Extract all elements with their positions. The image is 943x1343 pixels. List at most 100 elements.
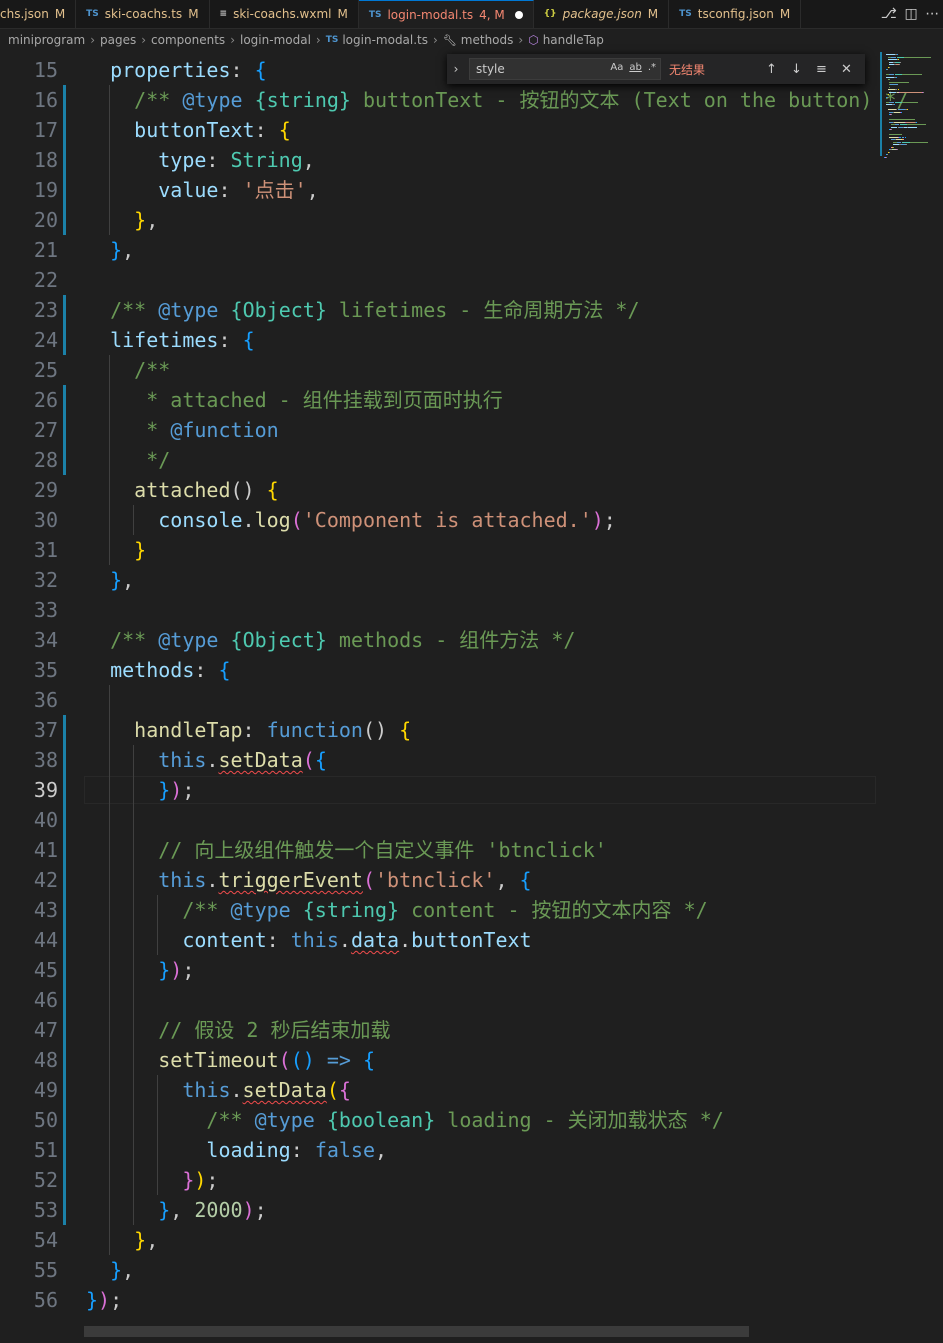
code-line[interactable]: 42 this.triggerEvent('btnclick', { xyxy=(0,865,876,895)
error-token: setData xyxy=(218,748,303,772)
breadcrumb-item[interactable]: login-modal.ts xyxy=(342,33,428,47)
code-line[interactable]: 22 xyxy=(0,265,876,295)
code-token: , xyxy=(495,868,520,892)
next-match-icon[interactable]: ↓ xyxy=(784,62,809,77)
code-line[interactable]: 28 */ xyxy=(0,445,876,475)
code-token: ; xyxy=(603,508,616,532)
line-number: 29 xyxy=(33,478,58,502)
code-line[interactable]: 40 xyxy=(0,805,876,835)
line-number: 40 xyxy=(33,808,58,832)
more-actions-icon[interactable]: ⋯ xyxy=(925,6,939,22)
minimap-line xyxy=(889,101,894,103)
code-line[interactable]: 17 buttonText: { xyxy=(0,115,876,145)
code-line[interactable]: 35 methods: { xyxy=(0,655,876,685)
code-line[interactable]: 47 // 假设 2 秒后结束加载 xyxy=(0,1015,876,1045)
line-number: 25 xyxy=(33,358,58,382)
code-line[interactable]: 45 }); xyxy=(0,955,876,985)
code-line[interactable]: 18 type: String, xyxy=(0,145,876,175)
tab-ski-coachs-ts[interactable]: TS ski-coachs.ts M xyxy=(76,0,210,28)
tab-tsconfig-json[interactable]: TS tsconfig.json M xyxy=(669,0,802,28)
code-line[interactable]: 44 content: this.data.buttonText xyxy=(0,925,876,955)
minimap-line xyxy=(905,144,907,145)
code-line[interactable]: 20 }, xyxy=(0,205,876,235)
unsaved-dot-icon[interactable] xyxy=(514,10,523,19)
close-icon[interactable]: ✕ xyxy=(834,62,859,77)
code-line[interactable]: 51 loading: false, xyxy=(0,1135,876,1165)
code-line[interactable]: 36 xyxy=(0,685,876,715)
split-editor-icon[interactable]: ◫ xyxy=(904,6,917,22)
code-line[interactable]: 27 * @function xyxy=(0,415,876,445)
code-line[interactable]: 56}); xyxy=(0,1285,876,1315)
code-token: ) xyxy=(98,1288,111,1312)
regex-icon[interactable]: .* xyxy=(648,62,656,73)
code-line[interactable]: 49 this.setData({ xyxy=(0,1075,876,1105)
code-text: value: '点击', xyxy=(86,175,318,205)
whole-word-icon[interactable]: ab xyxy=(629,62,641,73)
code-token: () xyxy=(230,478,267,502)
code-line[interactable]: 34 /** @type {Object} methods - 组件方法 */ xyxy=(0,625,876,655)
code-line[interactable]: 37 handleTap: function() { xyxy=(0,715,876,745)
tab-package-json[interactable]: {} package.json M xyxy=(533,0,670,28)
tab-chs-json[interactable]: chs.json M xyxy=(0,0,77,28)
breadcrumb-item[interactable]: login-modal xyxy=(240,33,311,47)
tab-ski-coachs-wxml[interactable]: ≡ ski-coachs.wxml M xyxy=(209,0,359,28)
code-line[interactable]: 39 }); xyxy=(0,775,876,805)
code-token: , xyxy=(146,208,159,232)
typescript-file-icon: TS xyxy=(325,35,339,45)
code-line[interactable]: 54 }, xyxy=(0,1225,876,1255)
toggle-replace-icon[interactable]: › xyxy=(447,62,465,76)
find-input[interactable]: style Aa ab .* xyxy=(469,58,661,80)
match-case-icon[interactable]: Aa xyxy=(610,62,623,73)
find-in-selection-icon[interactable]: ≡ xyxy=(809,62,834,77)
code-token: , xyxy=(375,1138,388,1162)
line-number: 52 xyxy=(33,1168,58,1192)
code-line[interactable]: 16 /** @type {string} buttonText - 按钮的文本… xyxy=(0,85,909,115)
typescript-file-icon: TS xyxy=(86,9,99,19)
code-line[interactable]: 55 }, xyxy=(0,1255,876,1285)
minimap[interactable] xyxy=(876,52,943,1323)
breadcrumb-item[interactable]: pages xyxy=(100,33,136,47)
breadcrumb-item[interactable]: components xyxy=(151,33,225,47)
breadcrumb-item[interactable]: methods xyxy=(461,33,514,47)
code-token: {string} xyxy=(302,898,400,922)
breadcrumb-item[interactable]: miniprogram xyxy=(8,33,85,47)
code-line[interactable]: 21 }, xyxy=(0,235,876,265)
code-editor[interactable]: 15 properties: {16 /** @type {string} bu… xyxy=(0,55,943,1323)
code-line[interactable]: 38 this.setData({ xyxy=(0,745,876,775)
code-line[interactable]: 26 * attached - 组件挂载到页面时执行 xyxy=(0,385,876,415)
code-line[interactable]: 43 /** @type {string} content - 按钮的文本内容 … xyxy=(0,895,876,925)
line-number: 27 xyxy=(33,418,58,442)
code-line[interactable]: 30 console.log('Component is attached.')… xyxy=(0,505,876,535)
code-token: } xyxy=(134,1228,147,1252)
minimap-line xyxy=(887,59,897,60)
source-control-icon[interactable]: ⎇ xyxy=(881,6,897,22)
code-line[interactable]: 32 }, xyxy=(0,565,876,595)
code-line[interactable]: 33 xyxy=(0,595,876,625)
code-token: } xyxy=(86,1288,99,1312)
code-token: setTimeout xyxy=(158,1048,279,1072)
code-line[interactable]: 31 } xyxy=(0,535,876,565)
minimap-slider[interactable] xyxy=(880,52,882,156)
code-line[interactable]: 24 lifetimes: { xyxy=(0,325,876,355)
previous-match-icon[interactable]: ↑ xyxy=(759,62,784,77)
minimap-line xyxy=(902,136,904,138)
code-line[interactable]: 29 attached() { xyxy=(0,475,876,505)
line-number: 49 xyxy=(33,1078,58,1102)
minimap-line xyxy=(887,79,891,80)
code-line[interactable]: 25 /** xyxy=(0,355,876,385)
code-line[interactable]: 19 value: '点击', xyxy=(0,175,876,205)
code-line[interactable]: 50 /** @type {boolean} loading - 关闭加载状态 … xyxy=(0,1105,876,1135)
minimap-line xyxy=(889,136,899,138)
code-line[interactable]: 46 xyxy=(0,985,876,1015)
tab-login-modal-ts[interactable]: TS login-modal.ts 4, M xyxy=(358,0,534,28)
code-token: , xyxy=(122,568,135,592)
horizontal-scrollbar[interactable] xyxy=(84,1326,749,1337)
breadcrumb-item[interactable]: handleTap xyxy=(543,33,604,47)
code-line[interactable]: 23 /** @type {Object} lifetimes - 生命周期方法… xyxy=(0,295,876,325)
code-line[interactable]: 52 }); xyxy=(0,1165,876,1195)
code-token: loading xyxy=(206,1138,291,1162)
code-line[interactable]: 53 }, 2000); xyxy=(0,1195,876,1225)
code-line[interactable]: 48 setTimeout(() => { xyxy=(0,1045,876,1075)
code-line[interactable]: 41 // 向上级组件触发一个自定义事件 'btnclick' xyxy=(0,835,876,865)
